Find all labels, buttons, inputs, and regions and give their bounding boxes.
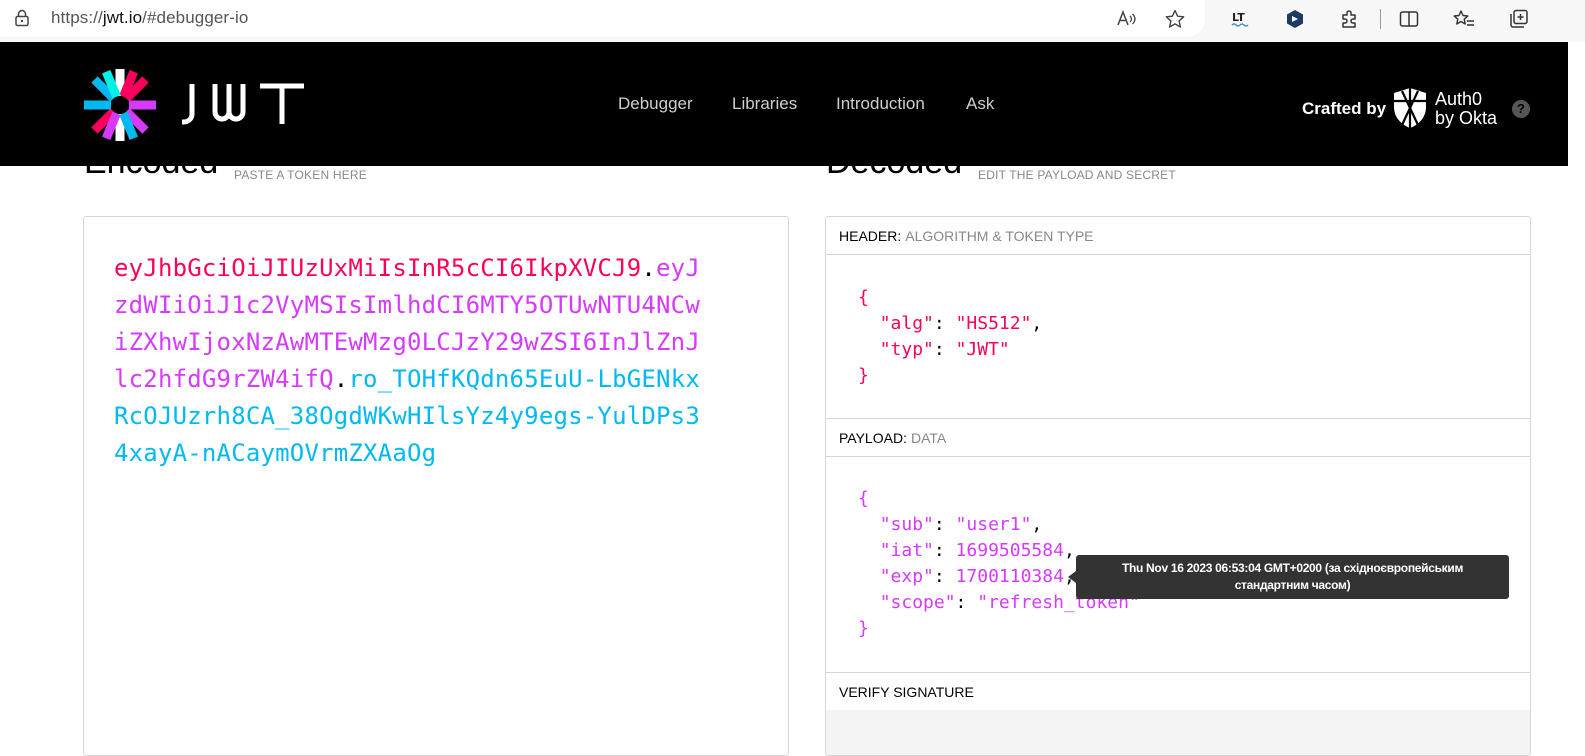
json-key: "typ" <box>879 339 934 360</box>
header-json[interactable]: { "alg": "HS512", "typ": "JWT" } <box>858 285 1042 389</box>
url-path: /#debugger-io <box>142 8 249 27</box>
json-key: "sub" <box>879 514 934 535</box>
verify-signature-body <box>826 710 1530 755</box>
token-dot: . <box>333 365 349 393</box>
tooltip-line: Thu Nov 16 2023 06:53:04 GMT+0200 (за сх… <box>1121 561 1464 575</box>
encoded-subtitle: PASTE A TOKEN HERE <box>234 168 367 182</box>
jwt-logo-icon[interactable] <box>82 67 158 143</box>
token-header-part: eyJhbGciOiJIUzUxMiIsInR5cCI6IkpXVCJ9 <box>114 254 642 282</box>
json-value: "user1" <box>955 514 1032 535</box>
url-text[interactable]: https://jwt.io/#debugger-io <box>51 8 248 28</box>
nav-libraries[interactable]: Libraries <box>732 94 797 114</box>
svg-text:LT: LT <box>1232 11 1245 24</box>
json-brace: } <box>858 365 869 386</box>
verify-label: VERIFY SIGNATURE <box>839 684 974 700</box>
nav-ask[interactable]: Ask <box>966 94 994 114</box>
json-value: "HS512" <box>955 313 1032 334</box>
json-key: "exp" <box>879 566 934 587</box>
header-section-bar: HEADER: ALGORITHM & TOKEN TYPE <box>826 217 1530 255</box>
json-key: "iat" <box>879 540 934 561</box>
help-icon[interactable]: ? <box>1512 100 1530 118</box>
encoded-token-editor[interactable]: eyJhbGciOiJIUzUxMiIsInR5cCI6IkpXVCJ9.eyJ… <box>83 216 789 756</box>
verify-signature-bar: VERIFY SIGNATURE <box>826 673 1530 711</box>
json-key: "alg" <box>879 313 934 334</box>
nav-debugger[interactable]: Debugger <box>618 94 693 114</box>
json-key: "scope" <box>879 592 956 613</box>
jwt-wordmark[interactable] <box>180 80 306 128</box>
header-json-editor[interactable]: { "alg": "HS512", "typ": "JWT" } <box>826 255 1530 419</box>
auth0-brand[interactable]: Auth0 by Okta <box>1435 90 1497 128</box>
tooltip-arrow <box>1068 571 1076 583</box>
decoded-panel: HEADER: ALGORITHM & TOKEN TYPE { "alg": "… <box>825 216 1531 756</box>
header-label: HEADER: <box>839 228 902 244</box>
url-scheme: https:// <box>51 8 103 27</box>
json-value: 1699505584 <box>955 540 1064 561</box>
crafted-by-text: Crafted by <box>1302 99 1387 118</box>
token-text[interactable]: eyJhbGciOiJIUzUxMiIsInR5cCI6IkpXVCJ9.eyJ… <box>114 250 704 472</box>
collections-icon[interactable] <box>1508 8 1530 30</box>
json-value: "JWT" <box>955 339 1010 360</box>
header-desc: ALGORITHM & TOKEN TYPE <box>905 228 1094 244</box>
header-content-layer: Debugger Libraries Introduction Ask Craf… <box>0 42 1568 166</box>
json-brace: { <box>858 488 869 509</box>
auth0-label: Auth0 <box>1435 89 1483 109</box>
scrollbar-track[interactable] <box>1568 42 1585 742</box>
toolbar-separator <box>1380 9 1381 29</box>
payload-desc: DATA <box>910 430 947 446</box>
favorite-star-icon[interactable] <box>1164 8 1186 30</box>
by-okta-label: by Okta <box>1435 108 1498 128</box>
json-brace: { <box>858 287 869 308</box>
payload-label: PAYLOAD: <box>839 430 907 446</box>
nav-introduction[interactable]: Introduction <box>836 94 925 114</box>
tooltip-line: стандартним часом) <box>1234 578 1351 592</box>
favorites-icon[interactable] <box>1453 8 1475 30</box>
exp-date-tooltip: Thu Nov 16 2023 06:53:04 GMT+0200 (за сх… <box>1076 555 1509 599</box>
split-screen-icon[interactable] <box>1398 8 1420 30</box>
decoded-subtitle: EDIT THE PAYLOAD AND SECRET <box>978 168 1176 182</box>
extension-hex-icon[interactable] <box>1284 8 1306 30</box>
token-dot: . <box>641 254 657 282</box>
languagetool-extension-icon[interactable]: LT <box>1230 8 1252 30</box>
json-value: 1700110384 <box>955 566 1064 587</box>
auth0-shield-icon[interactable] <box>1392 87 1428 129</box>
lock-icon[interactable] <box>13 9 31 27</box>
payload-section-bar: PAYLOAD: DATA <box>826 419 1530 457</box>
address-bar[interactable]: https://jwt.io/#debugger-io <box>0 0 1205 37</box>
json-brace: } <box>858 618 869 639</box>
extensions-puzzle-icon[interactable] <box>1338 8 1360 30</box>
url-host: jwt.io <box>102 8 143 27</box>
read-aloud-icon[interactable] <box>1115 8 1137 30</box>
browser-toolbar: https://jwt.io/#debugger-io LT <box>0 0 1585 42</box>
